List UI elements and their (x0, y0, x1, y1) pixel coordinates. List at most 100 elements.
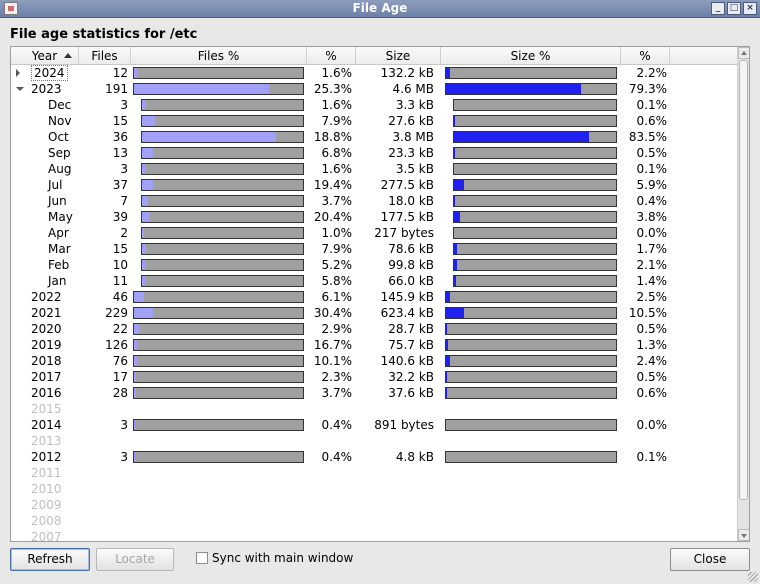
table-row[interactable]: Jun 7 3.7% 18.0 kB 0.4% (11, 193, 738, 209)
size-percent-bar-fill (446, 84, 581, 94)
table-row[interactable]: 2024 12 1.6% 132.2 kB 2.2% (11, 65, 738, 81)
close-window-icon[interactable]: × (743, 2, 757, 15)
table-row[interactable]: Sep 13 6.8% 23.3 kB 0.5% (11, 145, 738, 161)
table-row[interactable]: 2014 3 0.4% 891 bytes 0.0% (11, 417, 738, 433)
files-count: 3 (120, 418, 128, 432)
files-percent: 5.2% (321, 258, 353, 272)
year-label: 2011 (31, 466, 62, 480)
refresh-button[interactable]: Refresh (10, 548, 90, 571)
table-row[interactable]: 2008 (11, 513, 738, 529)
col-year-header[interactable]: Year (11, 47, 79, 65)
files-percent-bar (141, 243, 304, 255)
table-row[interactable]: 2023 191 25.3% 4.6 MB 79.3% (11, 81, 738, 97)
year-label: Mar (48, 242, 71, 256)
files-count: 229 (105, 306, 128, 320)
year-cell: Jan (11, 273, 79, 289)
size-value: 3.8 MB (392, 130, 434, 144)
table-row[interactable]: 2022 46 6.1% 145.9 kB 2.5% (11, 289, 738, 305)
table-row[interactable]: Feb 10 5.2% 99.8 kB 2.1% (11, 257, 738, 273)
year-cell: Oct (11, 129, 79, 145)
size-percent-bar-fill (454, 260, 457, 270)
files-percent-bar (133, 371, 304, 383)
size-percent: 0.5% (636, 146, 668, 160)
files-percent-bar-fill (134, 340, 137, 350)
table-row[interactable]: 2013 (11, 433, 738, 449)
close-button[interactable]: Close (670, 548, 750, 571)
table-row[interactable]: 2007 (11, 529, 738, 541)
table-row[interactable]: 2019 126 16.7% 75.7 kB 1.3% (11, 337, 738, 353)
size-value: 3.3 kB (395, 98, 434, 112)
size-value: 75.7 kB (388, 338, 434, 352)
files-count: 22 (112, 322, 128, 336)
files-percent-bar-fill (134, 84, 269, 94)
col-pct2-header[interactable]: % (621, 47, 670, 65)
table-row[interactable]: Dec 3 1.6% 3.3 kB 0.1% (11, 97, 738, 113)
table-row[interactable]: Jan 11 5.8% 66.0 kB 1.4% (11, 273, 738, 289)
size-percent-bar-fill (446, 308, 464, 318)
files-count: 15 (112, 114, 128, 128)
table-row[interactable]: 2021 229 30.4% 623.4 kB 10.5% (11, 305, 738, 321)
size-percent-bar-fill (454, 132, 589, 142)
table-row[interactable]: 2017 17 2.3% 32.2 kB 0.5% (11, 369, 738, 385)
files-percent-bar-fill (134, 324, 139, 334)
table-row[interactable]: 2009 (11, 497, 738, 513)
size-percent: 1.4% (636, 274, 668, 288)
year-cell: Feb (11, 257, 79, 273)
col-pct-header[interactable]: % (307, 47, 356, 65)
col-size-header[interactable]: Size (356, 47, 441, 65)
scrollbar-thumb[interactable] (739, 60, 748, 500)
table-row[interactable]: 2010 (11, 481, 738, 497)
files-percent-bar (133, 451, 304, 463)
size-percent-bar-fill (446, 292, 450, 302)
scroll-up-icon[interactable] (738, 47, 749, 59)
locate-button[interactable]: Locate (96, 548, 174, 571)
year-label: 2010 (31, 482, 62, 496)
table-row[interactable]: 2015 (11, 401, 738, 417)
year-cell: May (11, 209, 79, 225)
size-value: 27.6 kB (388, 114, 434, 128)
col-files-pct-header[interactable]: Files % (131, 47, 307, 65)
file-age-tree[interactable]: Year Files Files % % Size Size % % 2024 1… (10, 46, 750, 542)
files-count: 10 (112, 258, 128, 272)
size-percent: 0.1% (636, 450, 668, 464)
sync-checkbox-label[interactable]: Sync with main window (212, 551, 353, 565)
files-count: 11 (112, 274, 128, 288)
table-row[interactable]: 2018 76 10.1% 140.6 kB 2.4% (11, 353, 738, 369)
size-value: 4.8 kB (395, 450, 434, 464)
col-year-label: Year (31, 49, 58, 63)
table-row[interactable]: 2016 28 3.7% 37.6 kB 0.6% (11, 385, 738, 401)
files-percent-bar-fill (142, 228, 144, 238)
title-bar: File Age _ □ × (0, 0, 760, 18)
size-percent-bar (445, 371, 617, 383)
table-row[interactable]: Jul 37 19.4% 277.5 kB 5.9% (11, 177, 738, 193)
table-row[interactable]: Mar 15 7.9% 78.6 kB 1.7% (11, 241, 738, 257)
maximize-icon[interactable]: □ (727, 2, 741, 15)
table-row[interactable]: Apr 2 1.0% 217 bytes 0.0% (11, 225, 738, 241)
files-percent: 16.7% (313, 338, 352, 352)
files-count: 3 (120, 162, 128, 176)
scroll-down-icon[interactable] (738, 529, 749, 541)
collapsed-arrow-icon[interactable] (16, 69, 20, 77)
year-label: 2014 (31, 418, 62, 432)
year-cell: 2014 (11, 417, 79, 433)
files-count: 13 (112, 146, 128, 160)
table-row[interactable]: May 39 20.4% 177.5 kB 3.8% (11, 209, 738, 225)
table-row[interactable]: Aug 3 1.6% 3.5 kB 0.1% (11, 161, 738, 177)
table-row[interactable]: 2012 3 0.4% 4.8 kB 0.1% (11, 449, 738, 465)
table-row[interactable]: Nov 15 7.9% 27.6 kB 0.6% (11, 113, 738, 129)
col-files-header[interactable]: Files (79, 47, 131, 65)
col-size-pct-header[interactable]: Size % (441, 47, 621, 65)
expanded-arrow-icon[interactable] (16, 87, 24, 91)
minimize-icon[interactable]: _ (711, 2, 725, 15)
resize-grip-icon[interactable] (748, 572, 758, 582)
sync-checkbox[interactable] (196, 552, 208, 564)
size-percent: 0.6% (636, 386, 668, 400)
table-row[interactable]: 2020 22 2.9% 28.7 kB 0.5% (11, 321, 738, 337)
size-percent-bar-fill (454, 148, 455, 158)
size-percent: 0.5% (636, 322, 668, 336)
table-row[interactable]: 2011 (11, 465, 738, 481)
table-row[interactable]: Oct 36 18.8% 3.8 MB 83.5% (11, 129, 738, 145)
year-cell: 2009 (11, 497, 79, 513)
vertical-scrollbar[interactable] (737, 47, 749, 541)
year-label: 2018 (31, 354, 62, 368)
